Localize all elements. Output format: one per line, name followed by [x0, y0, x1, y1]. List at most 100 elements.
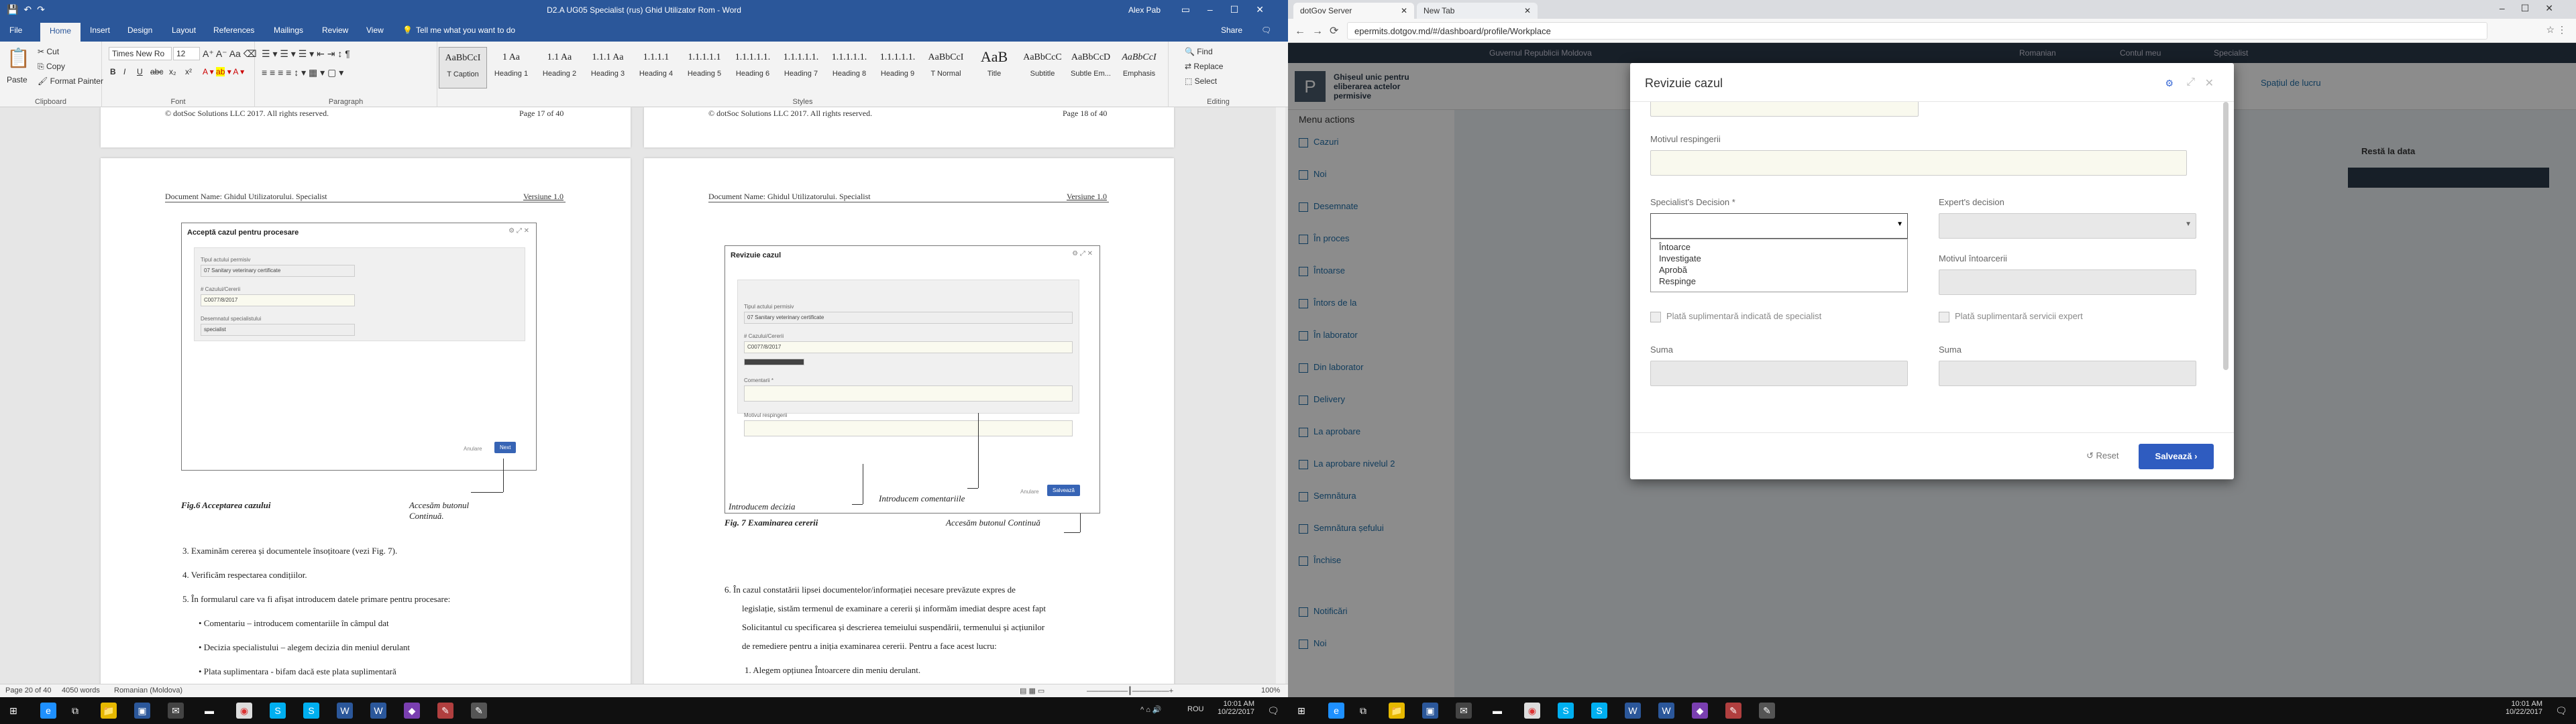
reset-button[interactable]: ↺ Reset [2086, 450, 2118, 461]
document-area[interactable]: © dotSoc Solutions LLC 2017. All rights … [0, 107, 1288, 684]
find-button[interactable]: 🔍 Find [1185, 47, 1213, 56]
status-page[interactable]: Page 20 of 40 [5, 686, 52, 695]
file-explorer-icon[interactable]: 📁 [101, 703, 117, 719]
app-icon[interactable]: ▣ [1422, 703, 1438, 719]
skype-business-icon[interactable]: S [303, 703, 319, 719]
app-icon[interactable]: ◆ [1692, 703, 1708, 719]
option-intoarce[interactable]: Întoarce [1651, 242, 1906, 253]
checkbox-expert-payment[interactable]: Plată suplimentară servicii expert [1939, 311, 2083, 322]
app-icon[interactable]: ◆ [404, 703, 420, 719]
alignment-icons[interactable]: ≡ ≡ ≡ ≡ ↕ ▾ ▦ ▾ ▢ ▾ [262, 67, 343, 78]
tab-mailings[interactable]: Mailings [274, 25, 303, 35]
replace-button[interactable]: ⇄ Replace [1185, 62, 1223, 71]
skype-business-icon[interactable]: S [1591, 703, 1607, 719]
task-view-icon[interactable]: ⧉ [1355, 703, 1371, 719]
modal-scrollbar[interactable] [2223, 102, 2229, 370]
app-icon[interactable]: ▣ [134, 703, 150, 719]
save-button[interactable]: Salvează › [2139, 444, 2214, 469]
word-icon[interactable]: W [1658, 703, 1674, 719]
zoom-level[interactable]: 100% [1261, 686, 1280, 695]
folder-icon[interactable]: ▬ [1489, 703, 1505, 719]
style-item[interactable]: AaBbCcD Subtle Em... [1067, 47, 1115, 88]
app-icon[interactable]: ✎ [437, 703, 453, 719]
style-item[interactable]: 1.1.1.1.1 Heading 5 [680, 47, 729, 88]
app-icon[interactable]: ✎ [1759, 703, 1775, 719]
clock[interactable]: 10:01 AM 10/22/2017 [2496, 700, 2542, 716]
tray-icons[interactable]: ^ ⌂ 🔊 [1140, 705, 1162, 714]
superscript-button[interactable]: x² [185, 67, 192, 76]
field-above[interactable] [1650, 102, 1919, 117]
status-language[interactable]: Romanian (Moldova) [114, 686, 182, 695]
spec-decision-dropdown[interactable]: Întoarce Investigate Aprobă Respinge [1650, 239, 1908, 292]
font-name-select[interactable]: Times New Ro [109, 47, 172, 60]
tab-view[interactable]: View [366, 25, 384, 35]
nav-arrows-icon[interactable]: ←→⟳ [1295, 24, 1345, 38]
reject-reason-input[interactable] [1650, 150, 2187, 176]
spec-decision-select[interactable]: ▼ [1650, 213, 1908, 239]
window-controls[interactable]: –☐✕ [2500, 3, 2569, 14]
tab-file[interactable]: File [9, 25, 22, 35]
gear-icon[interactable]: ⚙ [2165, 78, 2174, 89]
select-button[interactable]: ⬚ Select [1185, 76, 1217, 86]
style-item[interactable]: 1.1.1.1.1. Heading 8 [825, 47, 873, 88]
list-icons[interactable]: ☰ ▾ ☰ ▾ ☰ ▾ ⇤ ⇥ ↕ ¶ [262, 48, 350, 60]
notifications-icon[interactable]: 🗨 [2553, 703, 2569, 719]
font-color-icons[interactable]: A ▾ ab ▾ A ▾ [203, 67, 244, 76]
zoom-slider[interactable]: –―――――┃―――――+ [1087, 686, 1173, 695]
grow-shrink-font-icons[interactable]: A⁺ A⁻ Aa ⌫ [203, 48, 257, 60]
tell-me-box[interactable]: Tell me what you want to do [416, 25, 515, 35]
style-item[interactable]: 1 Aa Heading 1 [487, 47, 535, 88]
style-item[interactable]: 1.1 Aa Heading 2 [535, 47, 584, 88]
option-investigate[interactable]: Investigate [1651, 253, 1906, 265]
windows-start-icon[interactable]: ⊞ [5, 703, 21, 719]
tab-design[interactable]: Design [127, 25, 152, 35]
style-item[interactable]: AaB Title [970, 47, 1018, 88]
close-icon[interactable]: ✕ [2205, 76, 2214, 90]
tab-insert[interactable]: Insert [90, 25, 110, 35]
window-controls[interactable]: ▭–☐✕ [1181, 4, 1281, 15]
edge-icon[interactable]: e [1328, 703, 1344, 719]
style-item[interactable]: 1.1.1.1 Heading 4 [632, 47, 680, 88]
word-icon[interactable]: W [1625, 703, 1641, 719]
underline-button[interactable]: U [137, 67, 143, 76]
tab-home[interactable]: Home [40, 23, 81, 42]
style-item[interactable]: AaBbCcC Subtitle [1018, 47, 1067, 88]
tab-layout[interactable]: Layout [172, 25, 196, 35]
windows-start-icon[interactable]: ⊞ [1293, 703, 1309, 719]
option-aproba[interactable]: Aprobă [1651, 265, 1906, 276]
subscript-button[interactable]: x₂ [169, 67, 176, 76]
strikethrough-button[interactable]: abc [150, 67, 163, 76]
comment-icon[interactable]: 🗨 [1261, 25, 1271, 35]
tab-references[interactable]: References [213, 25, 254, 35]
italic-button[interactable]: I [123, 67, 125, 76]
style-item[interactable]: AaBbCcI Emphasis [1115, 47, 1163, 88]
cut-button[interactable]: ✂ Cut [38, 47, 59, 56]
notifications-icon[interactable]: 🗨 [1265, 703, 1281, 719]
folder-icon[interactable]: ▬ [201, 703, 217, 719]
vertical-scrollbar[interactable] [1276, 107, 1285, 684]
modal-body[interactable]: Motivul respingerii Specialist's Decisio… [1630, 102, 2234, 432]
skype-icon[interactable]: S [1558, 703, 1574, 719]
word-icon[interactable]: W [370, 703, 386, 719]
font-size-select[interactable]: 12 [173, 47, 200, 60]
browser-tab[interactable]: dotGov Server ✕ [1293, 3, 1414, 19]
share-button[interactable]: Share [1221, 25, 1242, 35]
mail-icon[interactable]: ✉ [1456, 703, 1472, 719]
view-buttons[interactable]: ▤ ▦ ▭ [1020, 686, 1044, 695]
skype-icon[interactable]: S [270, 703, 286, 719]
option-respinge[interactable]: Respinge [1651, 276, 1906, 288]
style-item[interactable]: AaBbCcI T Normal [922, 47, 970, 88]
status-words[interactable]: 4050 words [62, 686, 100, 695]
close-icon[interactable]: ✕ [1524, 6, 1531, 15]
browser-tab[interactable]: New Tab ✕ [1417, 3, 1538, 19]
style-item[interactable]: 1.1.1 Aa Heading 3 [584, 47, 632, 88]
expand-icon[interactable]: ⤢ [2186, 76, 2195, 88]
app-icon[interactable]: ✎ [1725, 703, 1741, 719]
style-item[interactable]: 1.1.1.1.1. Heading 7 [777, 47, 825, 88]
word-icon[interactable]: W [337, 703, 353, 719]
chrome-icon[interactable]: ◉ [236, 703, 252, 719]
tab-review[interactable]: Review [322, 25, 348, 35]
checkbox-spec-payment[interactable]: Plată suplimentară indicată de specialis… [1650, 311, 1821, 322]
copy-button[interactable]: ⎘ Copy [38, 62, 65, 72]
paste-button[interactable]: Paste [7, 75, 28, 84]
